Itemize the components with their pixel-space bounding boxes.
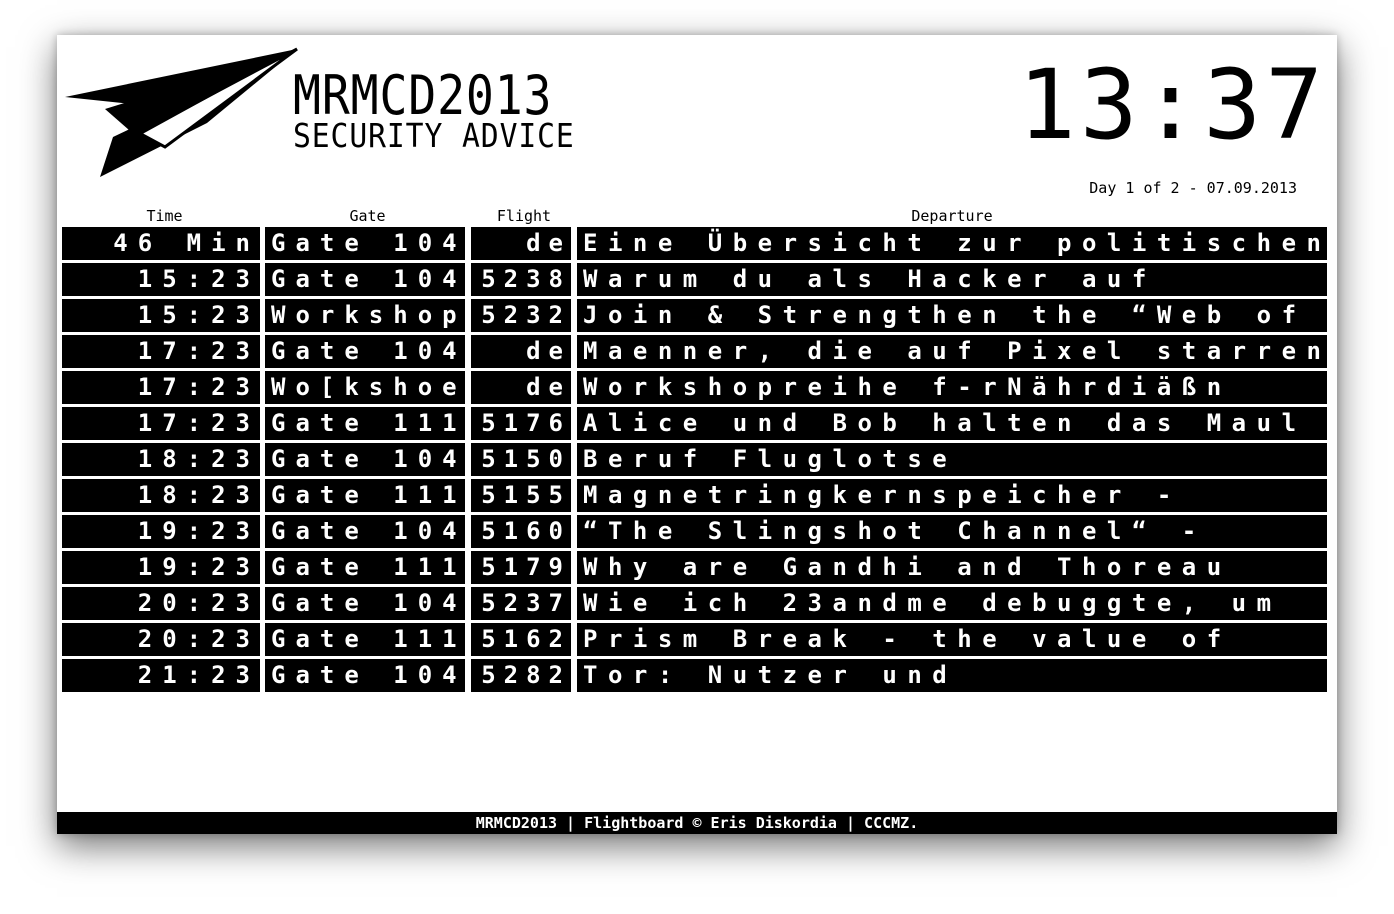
- flight-cell: de: [471, 335, 571, 368]
- flight-cell: 5162: [471, 623, 571, 656]
- gate-cell: Gate 104: [265, 515, 465, 548]
- footer: MRMCD2013 | Flightboard © Eris Diskordia…: [57, 812, 1337, 834]
- gate-cell: Gate 104: [265, 263, 465, 296]
- board-row: 15:23 Gate 104 5238 Warum du als Hacker auf: [62, 263, 1327, 299]
- flight-cell: de: [471, 371, 571, 404]
- departure-cell: Alice und Bob halten das Maul: [577, 407, 1327, 440]
- departure-cell: Tor: Nutzer und: [577, 659, 1327, 692]
- column-header-departure: Departure: [911, 207, 993, 225]
- flight-cell: 5232: [471, 299, 571, 332]
- flight-cell: 5160: [471, 515, 571, 548]
- board-row: 19:23 Gate 111 5179 Why are Gandhi and Thor…: [62, 551, 1327, 587]
- flight-cell: 5238: [471, 263, 571, 296]
- time-cell: 19:23: [62, 515, 260, 548]
- flight-cell: 5150: [471, 443, 571, 476]
- time-cell: 18:23: [62, 443, 260, 476]
- board-row: 17:23 Wo[kshoe de Workshopreihe f-rNährdiäß…: [62, 371, 1327, 407]
- time-cell: 17:23: [62, 407, 260, 440]
- time-cell: 20:23: [62, 623, 260, 656]
- time-cell: 15:23: [62, 299, 260, 332]
- gate-cell: Gate 104: [265, 335, 465, 368]
- gate-cell: Wo[kshoe: [265, 371, 465, 404]
- column-header-time: Time: [146, 207, 183, 225]
- time-cell: 15:23: [62, 263, 260, 296]
- gate-cell: Gate 111: [265, 479, 465, 512]
- departure-cell: Magnetringkernspeicher -: [577, 479, 1327, 512]
- clock: 13:37: [1018, 49, 1327, 161]
- departure-cell: Wie ich 23andme debuggte, um: [577, 587, 1327, 620]
- gate-cell: Gate 104: [265, 443, 465, 476]
- board-row: 21:23 Gate 104 5282 Tor: Nutzer und: [62, 659, 1327, 695]
- column-header-flight: Flight: [496, 207, 552, 225]
- departure-cell: Warum du als Hacker auf: [577, 263, 1327, 296]
- board-row: 17:23 Gate 111 5176 Alice und Bob halten da…: [62, 407, 1327, 443]
- departure-cell: “The Slingshot Channel“ -: [577, 515, 1327, 548]
- time-cell: 21:23: [62, 659, 260, 692]
- time-cell: 46 Min: [62, 227, 260, 260]
- gate-cell: Gate 104: [265, 227, 465, 260]
- flight-cell: 5237: [471, 587, 571, 620]
- flight-cell: 5282: [471, 659, 571, 692]
- gate-cell: Gate 104: [265, 659, 465, 692]
- board-row: 18:23 Gate 111 5155 Magnetringkernspeicher …: [62, 479, 1327, 515]
- brand-subtitle: SECURITY ADVICE: [293, 116, 575, 155]
- departure-cell: Eine Übersicht zur politischen: [577, 227, 1327, 260]
- flight-cell: de: [471, 227, 571, 260]
- departure-cell: Join & Strengthen the “Web of: [577, 299, 1327, 332]
- gate-cell: Gate 104: [265, 587, 465, 620]
- board-row: 15:23 Workshop 5232 Join & Strengthen the “…: [62, 299, 1327, 335]
- flight-board: 46 Min Gate 104 de Eine Übersicht zur polit…: [62, 227, 1327, 695]
- board-row: 20:23 Gate 111 5162 Prism Break - the value…: [62, 623, 1327, 659]
- board-row: 20:23 Gate 104 5237 Wie ich 23andme debuggt…: [62, 587, 1327, 623]
- departure-cell: Maenner, die auf Pixel starren: [577, 335, 1327, 368]
- time-cell: 17:23: [62, 371, 260, 404]
- board-row: 19:23 Gate 104 5160 “The Slingshot Channel“…: [62, 515, 1327, 551]
- time-cell: 20:23: [62, 587, 260, 620]
- flight-cell: 5179: [471, 551, 571, 584]
- day-info: Day 1 of 2 - 07.09.2013: [1089, 179, 1297, 197]
- flightboard-window: MRMCD2013 SECURITY ADVICE 13:37 Day 1 of…: [57, 35, 1337, 834]
- departure-cell: Prism Break - the value of: [577, 623, 1327, 656]
- departure-cell: Beruf Fluglotse: [577, 443, 1327, 476]
- gate-cell: Gate 111: [265, 551, 465, 584]
- departure-cell: Why are Gandhi and Thoreau: [577, 551, 1327, 584]
- gate-cell: Gate 111: [265, 623, 465, 656]
- paper-plane-icon: [65, 47, 298, 177]
- departure-cell: Workshopreihe f-rNährdiäßn: [577, 371, 1327, 404]
- board-row: 18:23 Gate 104 5150 Beruf Fluglotse: [62, 443, 1327, 479]
- flight-cell: 5176: [471, 407, 571, 440]
- time-cell: 17:23: [62, 335, 260, 368]
- board-row: 17:23 Gate 104 de Maenner, die auf Pixel st…: [62, 335, 1327, 371]
- time-cell: 19:23: [62, 551, 260, 584]
- brand-title: MRMCD2013: [293, 64, 553, 127]
- gate-cell: Workshop: [265, 299, 465, 332]
- column-header-gate: Gate: [349, 207, 386, 225]
- board-row: 46 Min Gate 104 de Eine Übersicht zur polit…: [62, 227, 1327, 263]
- time-cell: 18:23: [62, 479, 260, 512]
- flight-cell: 5155: [471, 479, 571, 512]
- brand: MRMCD2013 SECURITY ADVICE: [293, 69, 606, 153]
- gate-cell: Gate 111: [265, 407, 465, 440]
